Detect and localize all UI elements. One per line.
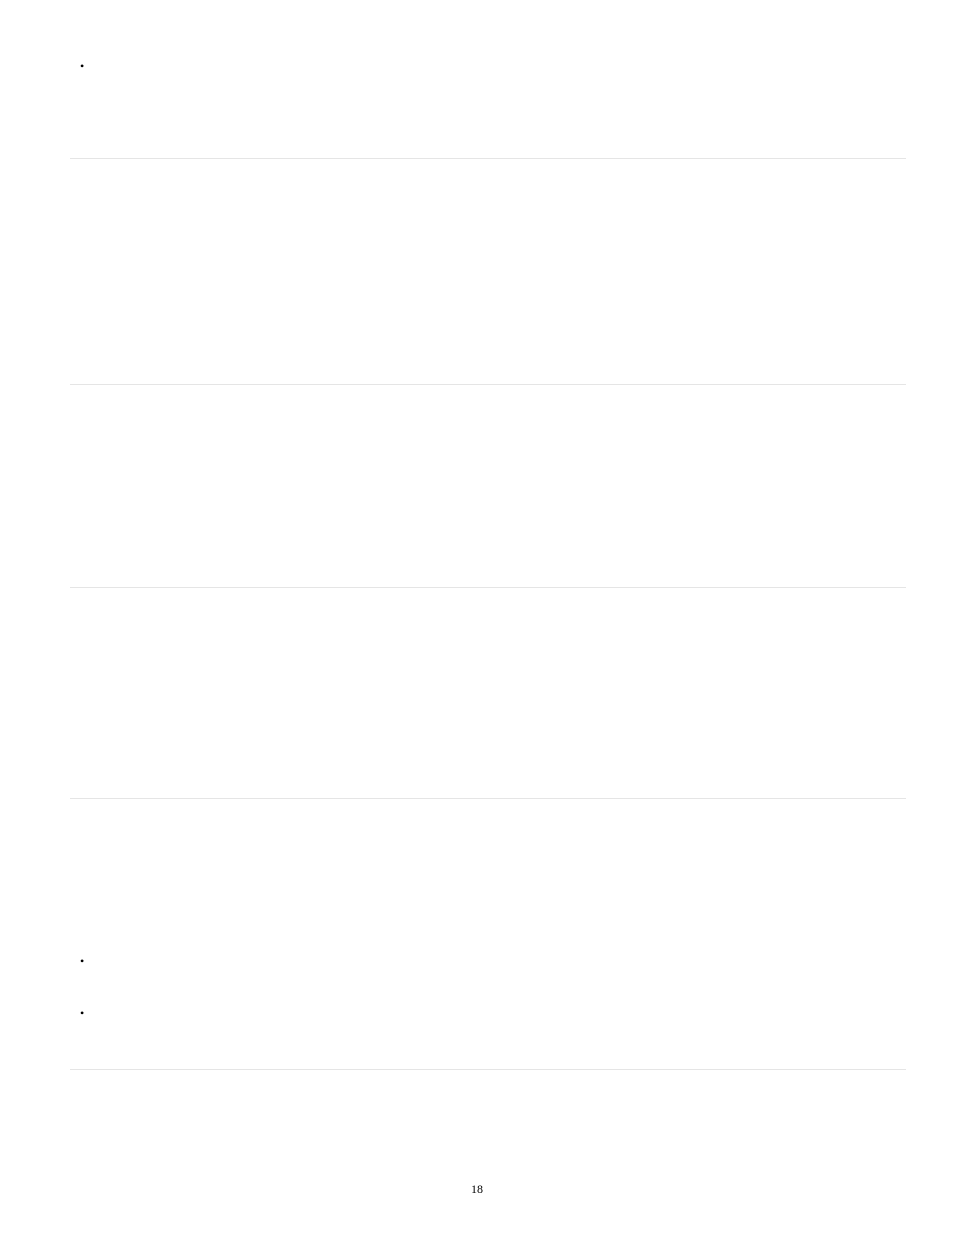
list-item	[80, 56, 906, 70]
section-divider	[70, 1069, 906, 1070]
section-spacer	[70, 799, 906, 951]
list-item	[80, 1003, 906, 1017]
top-bullet-list	[80, 56, 906, 70]
document-page: 18	[0, 0, 954, 1235]
list-item	[80, 951, 906, 965]
content-area	[70, 56, 906, 1070]
page-number: 18	[471, 1182, 483, 1197]
section-spacer	[70, 588, 906, 798]
section-spacer	[70, 385, 906, 587]
bottom-bullet-list	[80, 951, 906, 1017]
section-spacer	[70, 159, 906, 384]
